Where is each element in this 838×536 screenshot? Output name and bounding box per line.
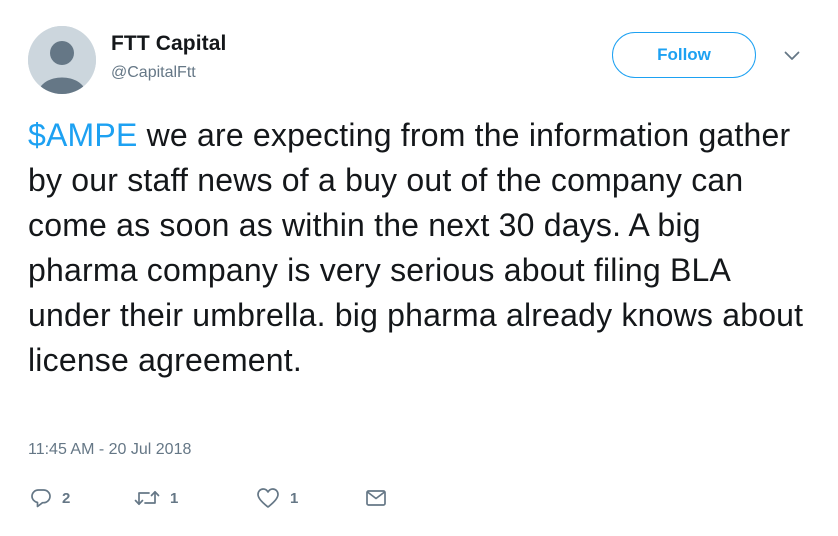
- tweet-card: FTT Capital @CapitalFtt Follow $AMPE we …: [0, 0, 838, 536]
- heart-icon: [257, 488, 279, 508]
- author-handle[interactable]: @CapitalFtt: [111, 64, 196, 82]
- cashtag-link[interactable]: $AMPE: [28, 117, 137, 153]
- retweet-icon: [134, 490, 160, 506]
- direct-message-button[interactable]: [364, 484, 388, 512]
- envelope-icon: [366, 490, 386, 506]
- follow-button[interactable]: Follow: [612, 32, 756, 78]
- retweet-button[interactable]: 1: [134, 484, 178, 512]
- avatar[interactable]: [28, 26, 96, 94]
- reply-count: 2: [62, 489, 71, 507]
- reply-button[interactable]: 2: [30, 484, 70, 512]
- chevron-down-icon: [784, 51, 800, 60]
- like-button[interactable]: 1: [256, 484, 298, 512]
- tweet-text-body: we are expecting from the information ga…: [28, 117, 804, 378]
- author-name[interactable]: FTT Capital: [111, 32, 226, 56]
- default-avatar-icon: [28, 26, 96, 94]
- tweet-text: $AMPE we are expecting from the informat…: [28, 113, 808, 383]
- more-options-button[interactable]: [780, 46, 804, 66]
- reply-icon: [31, 489, 51, 508]
- retweet-count: 1: [170, 489, 179, 507]
- tweet-timestamp[interactable]: 11:45 AM - 20 Jul 2018: [28, 441, 191, 459]
- like-count: 1: [290, 489, 299, 507]
